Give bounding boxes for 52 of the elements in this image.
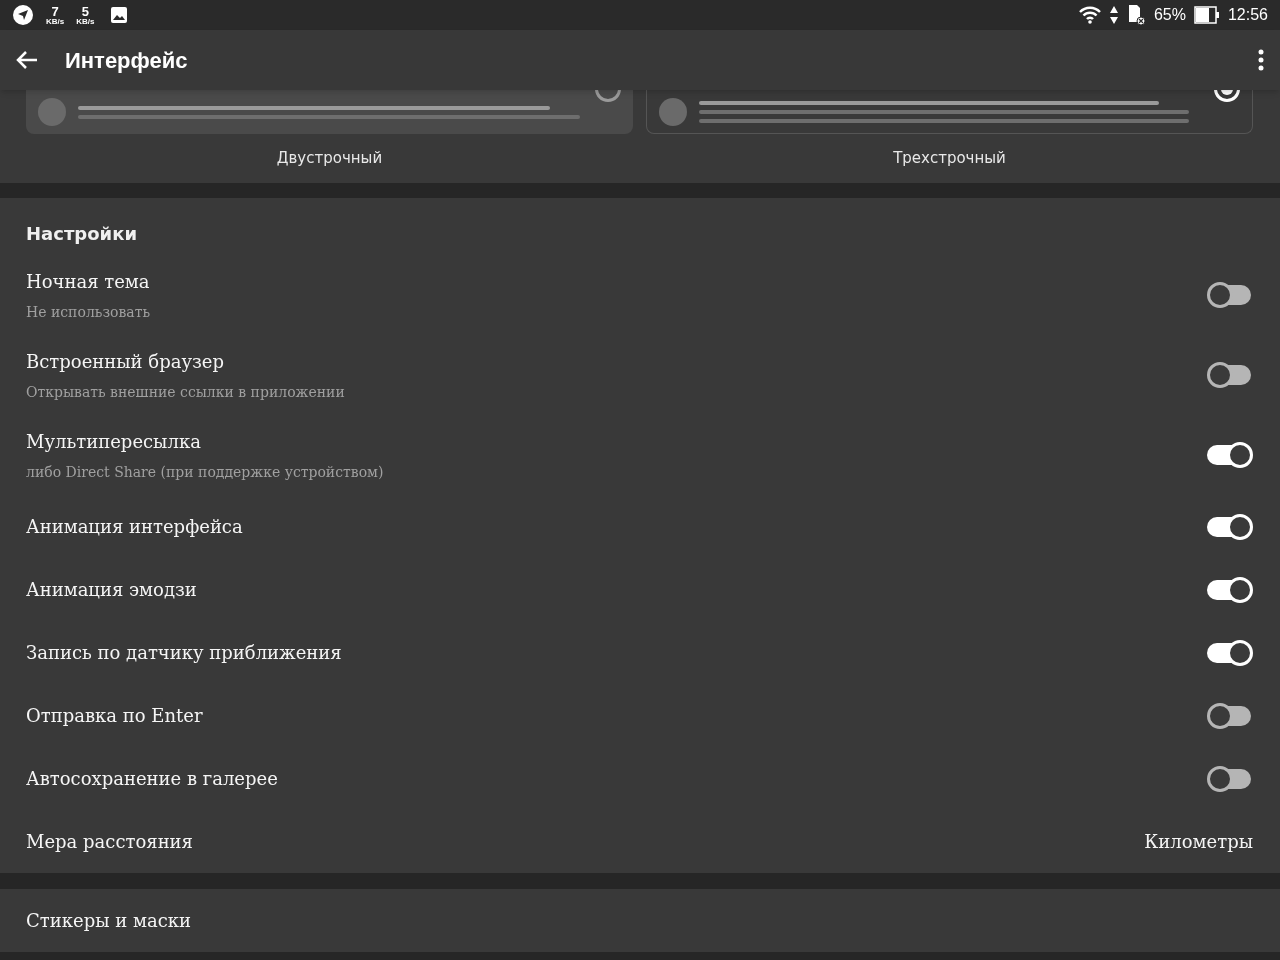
toggle-switch[interactable] <box>1207 764 1253 793</box>
layout-label: Двустрочный <box>276 148 383 169</box>
setting-value: Километры <box>1144 830 1253 854</box>
clock: 12:56 <box>1227 5 1268 25</box>
toggle-switch[interactable] <box>1207 575 1253 604</box>
settings-row[interactable]: Мультипересылка либо Direct Share (при поддержке устройством) <box>0 415 1280 495</box>
section-header: Настройки <box>25 222 138 246</box>
toggle-switch[interactable] <box>1207 281 1253 309</box>
layout-preview-card[interactable] <box>646 90 1253 134</box>
settings-row[interactable]: Автосохранение в галерее <box>0 747 1280 810</box>
toggle-switch[interactable] <box>1207 441 1253 469</box>
wifi-icon <box>1077 6 1102 24</box>
layout-preview-card[interactable] <box>26 90 633 134</box>
setting-title: Мультипересылка <box>26 429 202 454</box>
settings-row[interactable]: Ночная тема Не использовать <box>0 255 1280 335</box>
speed-value: 7 <box>51 4 59 18</box>
settings-row[interactable]: Анимация интерфейса <box>0 495 1280 558</box>
image-icon <box>110 6 129 24</box>
toggle-switch[interactable] <box>1207 512 1253 541</box>
toggle-switch[interactable] <box>1207 701 1253 730</box>
setting-title: Ночная тема <box>26 269 151 294</box>
settings-row[interactable]: Запись по датчику приближения <box>0 621 1280 684</box>
toggle-switch[interactable] <box>1207 638 1253 667</box>
avatar-placeholder <box>38 98 66 126</box>
setting-subtitle: Не использовать <box>26 302 152 322</box>
battery-icon <box>1193 6 1220 24</box>
layout-label: Трехстрочный <box>893 148 1006 169</box>
settings-row[interactable]: Отправка по Enter <box>0 684 1280 747</box>
setting-title: Анимация интерфейса <box>26 515 244 539</box>
data-arrows-icon <box>1109 5 1118 25</box>
settings-row[interactable]: Стикеры и маски <box>0 889 1280 952</box>
setting-subtitle: либо Direct Share (при поддержке устройством) <box>26 462 385 482</box>
speed-value: 5 <box>81 4 89 18</box>
back-arrow-icon[interactable] <box>16 50 38 70</box>
setting-title: Встроенный браузер <box>26 349 225 374</box>
setting-title: Мера расстояния <box>26 830 194 854</box>
avatar-placeholder <box>659 97 687 126</box>
settings-row[interactable]: Анимация эмодзи <box>0 558 1280 621</box>
setting-subtitle: Открывать внешние ссылки в приложении <box>26 382 346 402</box>
setting-title: Автосохранение в галерее <box>26 767 279 791</box>
more-options-icon[interactable] <box>1258 49 1264 71</box>
setting-title: Отправка по Enter <box>26 704 204 728</box>
settings-row[interactable]: Мера расстояния Километры <box>0 810 1280 873</box>
battery-percent: 65% <box>1153 5 1186 25</box>
setting-title: Стикеры и маски <box>26 909 191 933</box>
setting-title: Анимация эмодзи <box>26 578 198 602</box>
toggle-switch[interactable] <box>1207 361 1253 389</box>
settings-row[interactable]: Встроенный браузер Открывать внешние ссылки в приложении <box>0 335 1280 415</box>
speed-unit: KB/s <box>76 17 95 26</box>
speed-unit: KB/s <box>46 17 65 26</box>
setting-title: Запись по датчику приближения <box>26 641 343 665</box>
screen-title: Интерфейс <box>65 46 188 75</box>
